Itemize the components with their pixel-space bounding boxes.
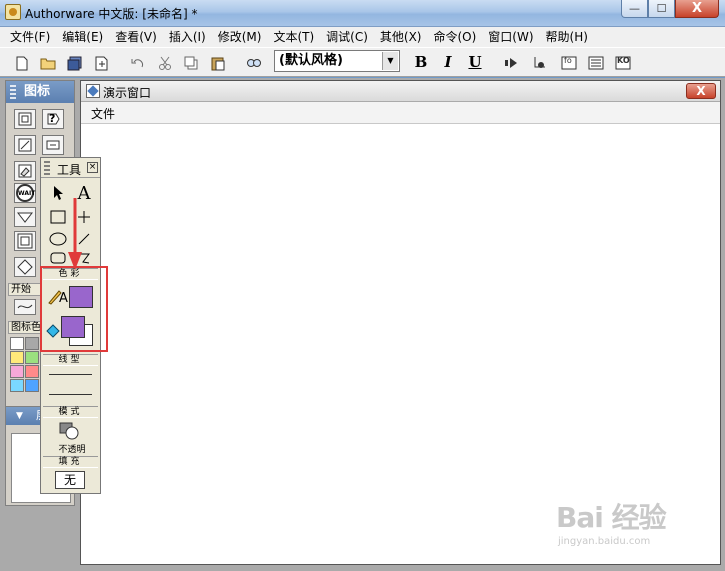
presentation-close-button[interactable]: X	[686, 83, 716, 99]
wait-icon[interactable]: WAIT	[14, 183, 36, 203]
text-style-select[interactable]: (默认风格) ▼	[274, 50, 400, 72]
color-swatch[interactable]	[25, 365, 39, 378]
run-icon[interactable]	[503, 55, 519, 71]
tools-close-icon[interactable]: ×	[87, 162, 98, 173]
presentation-titlebar[interactable]: 演示窗口 X	[81, 81, 720, 102]
window-title: Authorware 中文版: [未命名] *	[25, 7, 198, 21]
menu-modify[interactable]: 修改(M)	[212, 27, 268, 47]
menu-text[interactable]: 文本(T)	[267, 27, 320, 47]
undo-icon[interactable]	[130, 55, 146, 71]
authorware-app-icon	[5, 4, 21, 20]
italic-button[interactable]: I	[438, 53, 458, 71]
knowledge-objects-icon[interactable]: KO	[615, 55, 631, 71]
wait-label: WAIT	[18, 190, 36, 197]
baidu-watermark: Bai 经验 jingyan.baidu.com	[556, 496, 696, 556]
menu-insert[interactable]: 插入(I)	[163, 27, 212, 47]
line-style-thin[interactable]	[49, 374, 92, 375]
import-icon[interactable]	[94, 55, 110, 71]
tools-panel-header[interactable]: 工具 ×	[41, 158, 100, 178]
start-flag-icon[interactable]	[14, 299, 36, 315]
mode-section-label: 模式	[43, 406, 98, 418]
erase-icon[interactable]	[14, 161, 36, 181]
watermark-url: jingyan.baidu.com	[558, 536, 651, 547]
variables-window-icon[interactable]	[588, 55, 604, 71]
annotation-arrow-icon	[68, 198, 82, 270]
question-mark-icon: ?	[49, 112, 56, 125]
color-swatch[interactable]	[25, 351, 39, 364]
presentation-window: 演示窗口 X 文件	[80, 80, 721, 565]
color-swatch[interactable]	[10, 365, 24, 378]
chevron-down-icon[interactable]: ▼	[16, 407, 23, 425]
grip-icon[interactable]	[10, 85, 16, 99]
navigate-icon[interactable]	[14, 207, 36, 227]
framework-icon[interactable]	[14, 231, 36, 251]
bold-button[interactable]: B	[411, 53, 431, 71]
color-swatch[interactable]	[25, 337, 39, 350]
menu-debug[interactable]: 调试(C)	[320, 27, 374, 47]
presentation-title: 演示窗口	[103, 86, 152, 100]
knowledge-objects-label: KO	[617, 56, 630, 65]
paste-icon[interactable]	[210, 55, 226, 71]
motion-icon[interactable]	[14, 135, 36, 155]
fill-none-button[interactable]: 无	[55, 471, 85, 489]
restart-icon[interactable]	[533, 55, 549, 71]
maximize-button[interactable]: ☐	[648, 0, 675, 18]
functions-window-label: fo	[564, 56, 572, 65]
line-style-medium[interactable]	[49, 394, 92, 395]
menu-file[interactable]: 文件(F)	[4, 27, 56, 47]
opaque-mode-label: 不透明	[58, 445, 86, 455]
menu-command[interactable]: 命令(O)	[427, 27, 482, 47]
color-section-highlight	[40, 266, 108, 352]
menu-edit[interactable]: 编辑(E)	[56, 27, 109, 47]
decision-diamond-icon[interactable]	[14, 257, 36, 277]
save-all-icon[interactable]	[67, 55, 83, 71]
new-file-icon[interactable]	[14, 55, 30, 71]
menu-bar: 文件(F) 编辑(E) 查看(V) 插入(I) 修改(M) 文本(T) 调试(C…	[0, 27, 725, 47]
color-swatch[interactable]	[10, 337, 24, 350]
menu-other[interactable]: 其他(X)	[374, 27, 428, 47]
color-swatch[interactable]	[10, 351, 24, 364]
decision-icon[interactable]: ?	[42, 109, 64, 129]
presentation-window-icon	[86, 84, 100, 98]
text-style-value: (默认风格)	[279, 53, 343, 68]
underline-button[interactable]: U	[465, 53, 485, 71]
cut-icon[interactable]	[157, 55, 173, 71]
fill-section-label: 填充	[43, 456, 98, 468]
calculation-icon[interactable]	[42, 135, 64, 155]
copy-icon[interactable]	[183, 55, 199, 71]
icon-palette-title: 图标	[24, 84, 51, 99]
window-controls: — ☐ X	[621, 0, 719, 18]
open-folder-icon[interactable]	[40, 55, 56, 71]
close-button[interactable]: X	[675, 0, 719, 18]
chevron-down-icon[interactable]: ▼	[382, 52, 398, 70]
display-icon[interactable]	[14, 109, 36, 129]
opaque-mode-icon[interactable]	[57, 420, 81, 442]
color-swatch[interactable]	[25, 379, 39, 392]
menu-window[interactable]: 窗口(W)	[482, 27, 539, 47]
minimize-button[interactable]: —	[621, 0, 648, 18]
grip-icon[interactable]	[44, 161, 50, 175]
line-style-section-label: 线型	[43, 354, 98, 366]
presentation-menubar: 文件	[81, 102, 720, 124]
menu-help[interactable]: 帮助(H)	[540, 27, 594, 47]
menu-view[interactable]: 查看(V)	[109, 27, 163, 47]
find-icon[interactable]	[246, 55, 262, 71]
watermark-brand: Bai 经验	[556, 501, 667, 534]
presentation-menu-file[interactable]: 文件	[91, 105, 115, 122]
color-swatch[interactable]	[10, 379, 24, 392]
functions-window-icon[interactable]: fo	[561, 55, 577, 71]
icon-palette-header[interactable]: 图标	[6, 81, 74, 103]
window-titlebar: Authorware 中文版: [未命名] * — ☐ X	[0, 0, 725, 27]
tools-panel-title: 工具	[57, 163, 82, 177]
